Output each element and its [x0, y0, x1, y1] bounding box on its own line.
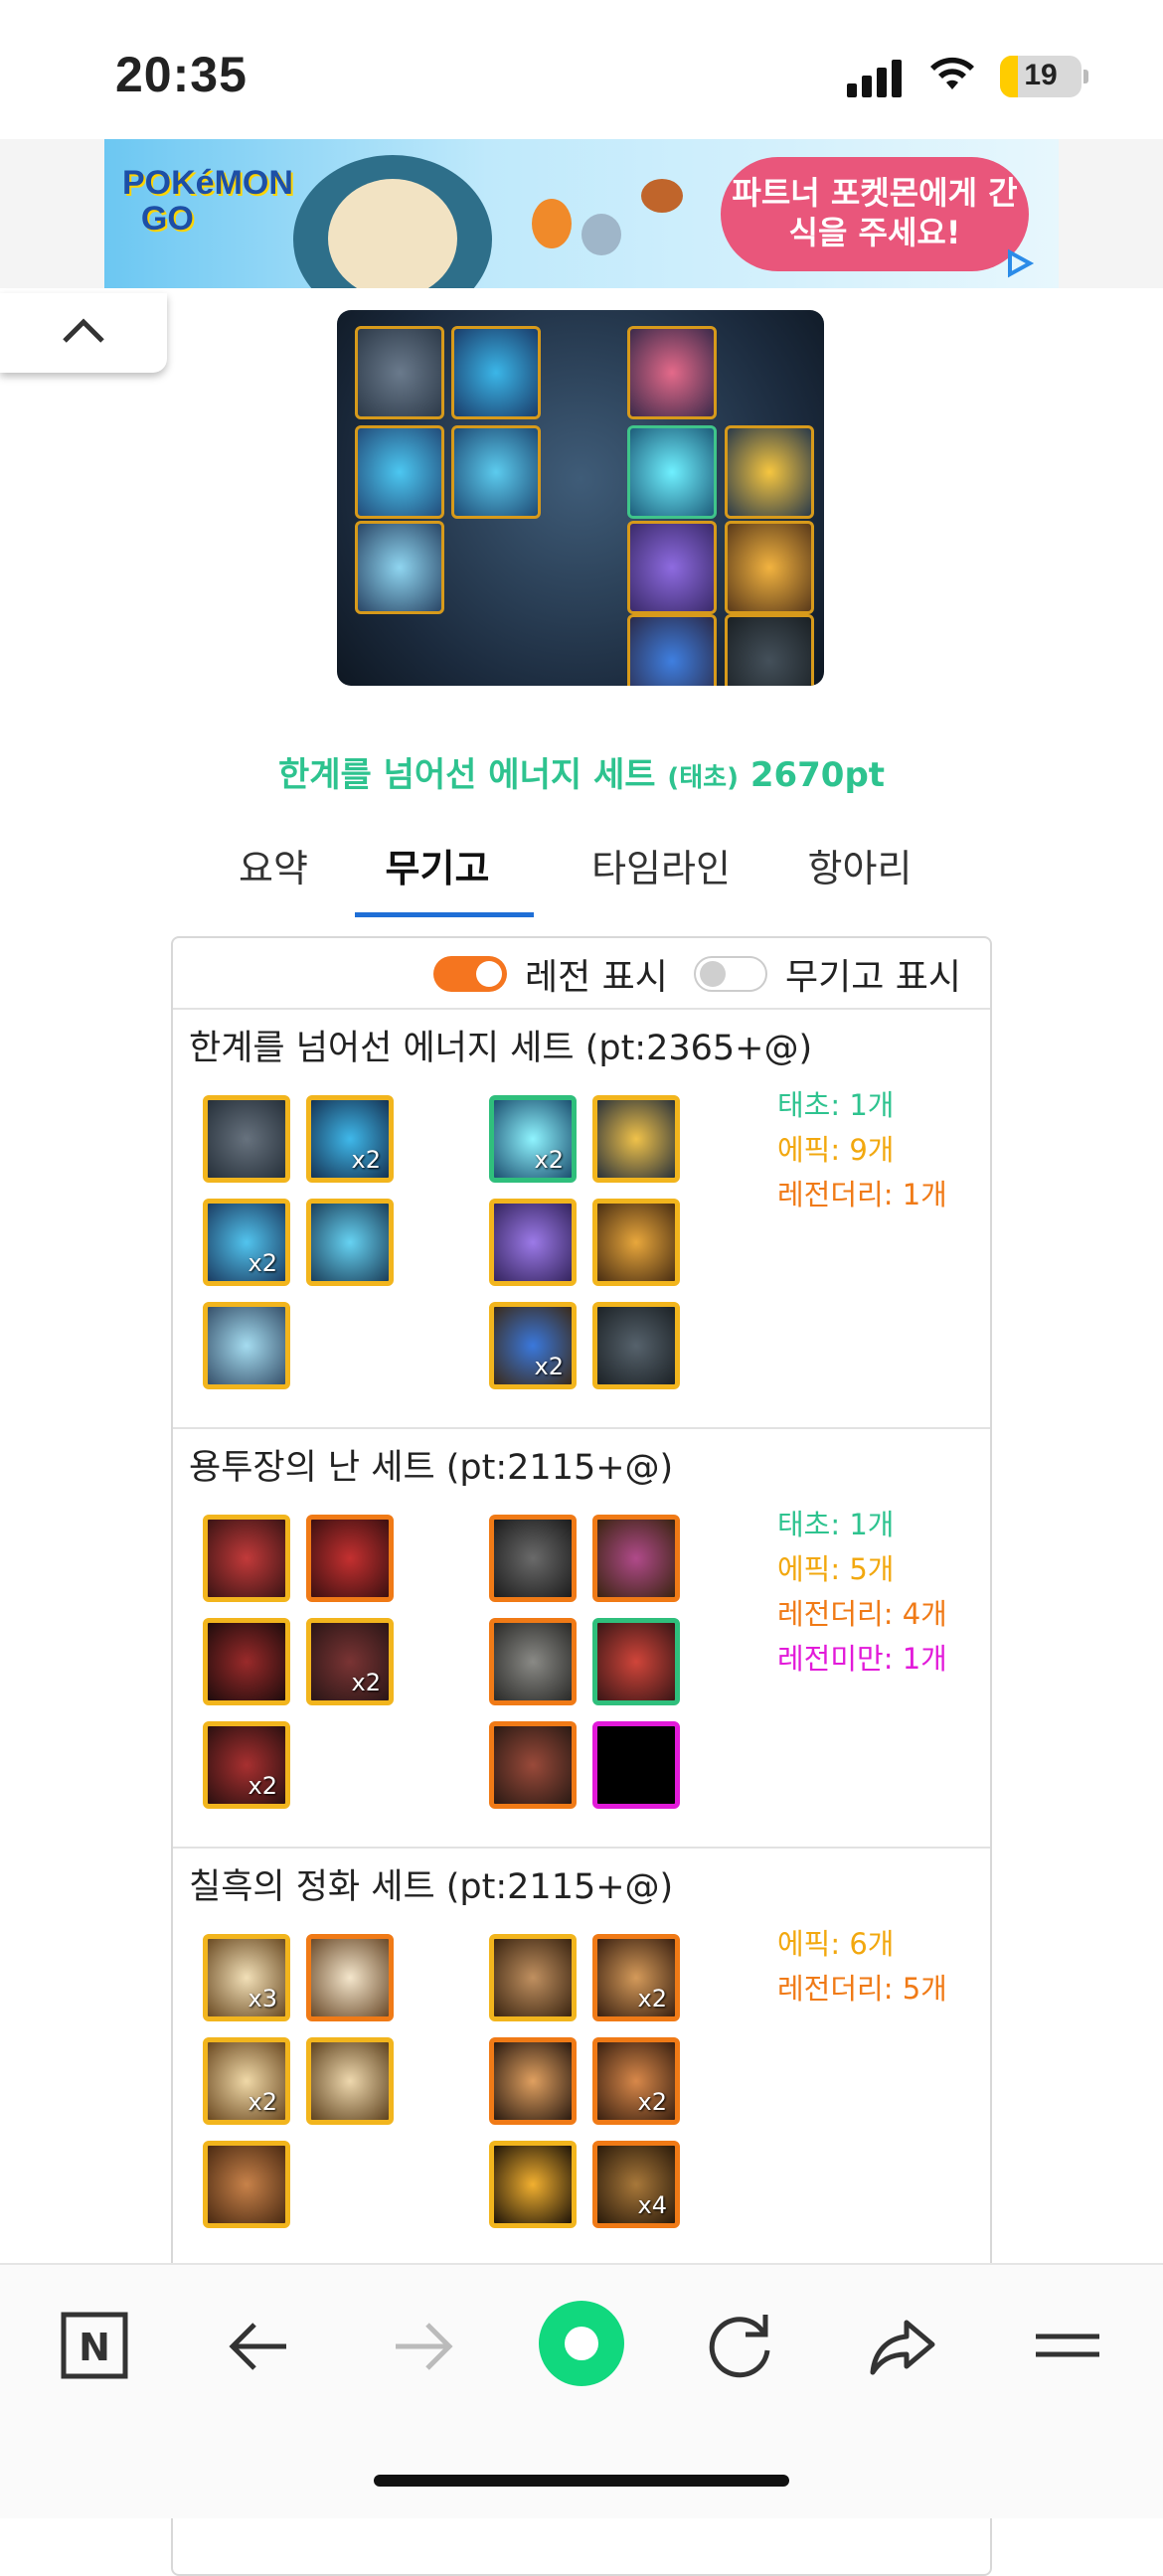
- tab-jar[interactable]: 항아리: [785, 839, 934, 920]
- hero-set-title: 한계를 넘어선 에너지 세트 (태초) 2670pt: [277, 755, 886, 795]
- gold-necklace-icon[interactable]: [592, 1095, 680, 1183]
- leaf-ring-icon[interactable]: x2: [592, 2037, 680, 2125]
- spider-support-icon[interactable]: [489, 2141, 577, 2228]
- refresh-icon: [709, 2315, 770, 2378]
- blue-belt-icon[interactable]: [306, 1199, 394, 1286]
- tab-timeline[interactable]: 타임라인: [572, 839, 750, 920]
- stat-legendary: 레전더리: 1개: [777, 1178, 947, 1211]
- white-shoulder-icon[interactable]: x3: [203, 1934, 290, 2021]
- red-ring-icon[interactable]: [592, 1618, 680, 1705]
- star-necklace-icon[interactable]: [592, 1515, 680, 1602]
- equipment-preview-image: [337, 310, 824, 686]
- legend-toggle-label: 레전 표시: [525, 957, 668, 998]
- menu-button[interactable]: [1028, 2305, 1107, 2384]
- stat-legendary: 레전더리: 4개: [777, 1597, 947, 1631]
- brown-shoes-icon[interactable]: [203, 2141, 290, 2228]
- pokemon-go-logo: POKéMON GO: [122, 164, 293, 238]
- stat-epic: 에픽: 6개: [777, 1927, 895, 1961]
- chevron-up-icon: [63, 318, 104, 343]
- rose-bracelet-icon[interactable]: [489, 1934, 577, 2021]
- orb-bracelet-icon[interactable]: x2: [489, 1095, 577, 1183]
- empty-slot-icon[interactable]: [592, 1721, 680, 1809]
- lamp-ring-icon[interactable]: [489, 2037, 577, 2125]
- purple-stone-icon[interactable]: [489, 1199, 577, 1286]
- white-pants-icon[interactable]: x2: [203, 2037, 290, 2125]
- blue-shoes-icon[interactable]: [203, 1302, 290, 1389]
- set-title: 한계를 넘어선 에너지 세트 (pt:2365+@): [189, 1029, 813, 1068]
- armory-toggle[interactable]: [694, 956, 767, 992]
- green-dot-button[interactable]: [537, 2299, 626, 2388]
- share-icon: [870, 2320, 935, 2375]
- stat-epic: 에픽: 9개: [777, 1133, 895, 1167]
- stat-below-legendary: 레전미만: 1개: [777, 1642, 947, 1676]
- white-belt-icon[interactable]: [306, 2037, 394, 2125]
- leaf-stone-icon[interactable]: x4: [592, 2141, 680, 2228]
- display-toggles: 레전 표시 무기고 표시: [173, 938, 990, 1010]
- armory-toggle-label: 무기고 표시: [785, 957, 962, 998]
- back-button[interactable]: [221, 2305, 300, 2384]
- legend-toggle[interactable]: [433, 956, 507, 992]
- gold-ring-icon[interactable]: [592, 1199, 680, 1286]
- status-time: 20:35: [115, 47, 248, 102]
- signal-icon: [847, 58, 907, 97]
- set-title: 용투장의 난 세트 (pt:2115+@): [189, 1448, 674, 1488]
- dark-magic-stone-icon[interactable]: [592, 1302, 680, 1389]
- naver-home-button[interactable]: N: [56, 2305, 135, 2384]
- arrow-right-icon: [396, 2323, 453, 2370]
- set-section: 용투장의 난 세트 (pt:2115+@) x2 x2 태초: 1개 에픽: 5…: [173, 1427, 990, 1849]
- tab-summary[interactable]: 요약: [214, 839, 333, 920]
- red-shoes-icon[interactable]: x2: [203, 1721, 290, 1809]
- home-letter: N: [79, 2326, 110, 2369]
- red-armor-top-icon[interactable]: [306, 1515, 394, 1602]
- collapse-button[interactable]: [0, 293, 167, 373]
- stat-primeval: 태초: 1개: [777, 1508, 895, 1541]
- horn-ring-icon[interactable]: [489, 1618, 577, 1705]
- ad-headline: 파트너 포켓몬에게 간식을 주세요!: [721, 157, 1029, 271]
- set-section: 칠흑의 정화 세트 (pt:2115+@) x3 x2 x2 x2 x4 에픽:…: [173, 1847, 990, 2266]
- dark-bracelet-icon[interactable]: [489, 1515, 577, 1602]
- green-circle-icon: [539, 2301, 624, 2386]
- refresh-button[interactable]: [702, 2305, 781, 2384]
- share-button[interactable]: [863, 2305, 942, 2384]
- home-indicator: [374, 2475, 789, 2487]
- red-belt-icon[interactable]: x2: [306, 1618, 394, 1705]
- battery-level: 19: [1024, 59, 1058, 91]
- adchoices-icon[interactable]: [1002, 246, 1036, 280]
- red-pants-icon[interactable]: [203, 1618, 290, 1705]
- status-bar: 20:35 19: [0, 0, 1163, 139]
- red-shoulder-icon[interactable]: [203, 1515, 290, 1602]
- set-section: 한계를 넘어선 에너지 세트 (pt:2365+@) x2 x2 x2 x2 태…: [173, 1008, 990, 1429]
- blue-support-icon[interactable]: x2: [489, 1302, 577, 1389]
- claw-support-icon[interactable]: [489, 1721, 577, 1809]
- stat-legendary: 레전더리: 5개: [777, 1972, 947, 2006]
- stat-epic: 에픽: 5개: [777, 1552, 895, 1586]
- active-tab-indicator: [355, 912, 534, 917]
- blue-armor-top-icon[interactable]: x2: [306, 1095, 394, 1183]
- wifi-icon: [928, 54, 976, 101]
- battery-icon: 19: [1000, 56, 1081, 97]
- forward-button[interactable]: [382, 2305, 461, 2384]
- hamburger-icon: [1036, 2334, 1099, 2357]
- set-title: 칠흑의 정화 세트 (pt:2115+@): [189, 1867, 674, 1907]
- acorn-necklace-icon[interactable]: x2: [592, 1934, 680, 2021]
- blue-pants-icon[interactable]: x2: [203, 1199, 290, 1286]
- arrow-left-icon: [229, 2323, 286, 2370]
- tab-bar: 요약 무기고 타임라인 항아리: [214, 839, 949, 920]
- dark-shoulder-icon[interactable]: [203, 1095, 290, 1183]
- stat-primeval: 태초: 1개: [777, 1088, 895, 1122]
- tab-armory[interactable]: 무기고: [373, 839, 502, 920]
- white-armor-top-icon[interactable]: [306, 1934, 394, 2021]
- ad-banner[interactable]: POKéMON GO 파트너 포켓몬에게 간식을 주세요!: [0, 139, 1163, 288]
